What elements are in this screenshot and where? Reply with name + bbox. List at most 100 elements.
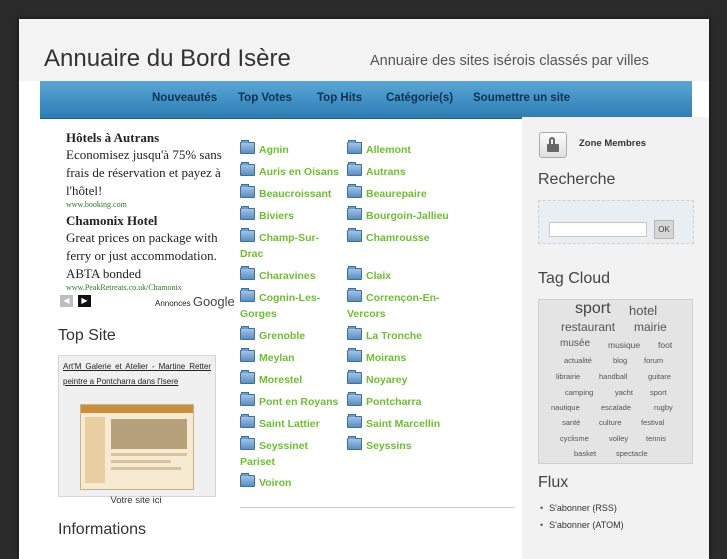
tag-restaurant[interactable]: restaurant (561, 320, 615, 334)
city-label[interactable]: Claix (366, 270, 391, 282)
city-link-cognin-les-gorges[interactable]: Cognin-Les-Gorges (240, 288, 332, 322)
ad-next-icon[interactable]: ▶ (78, 295, 91, 307)
flux-atom-link[interactable]: S'abonner (ATOM) (540, 520, 623, 530)
nav-categories[interactable]: Catégorie(s) (386, 92, 453, 104)
tag-musee[interactable]: musée (560, 338, 590, 349)
city-label[interactable]: Morestel (259, 374, 302, 386)
ad-url[interactable]: www.booking.com (66, 200, 246, 210)
tag-yacht[interactable]: yacht (615, 388, 633, 397)
city-link-bourgoin-jallieu[interactable]: Bourgoin-Jallieu (347, 206, 467, 224)
city-link-grenoble[interactable]: Grenoble (240, 326, 340, 344)
city-link-moirans[interactable]: Moirans (347, 348, 457, 366)
tag-sport[interactable]: sport (575, 300, 611, 318)
city-link-correncon-en-vercors[interactable]: Corrençon-En-Vercors (347, 288, 451, 322)
city-link-saint-marcellin[interactable]: Saint Marcellin (347, 414, 467, 432)
city-link-claix[interactable]: Claix (347, 266, 457, 284)
city-label[interactable]: Beaurepaire (366, 188, 427, 200)
city-link-seyssinet-pariset[interactable]: Seyssinet Pariset (240, 436, 330, 470)
city-link-voiron[interactable]: Voiron (240, 473, 340, 491)
city-link-meylan[interactable]: Meylan (240, 348, 340, 366)
city-label[interactable]: La Tronche (366, 330, 422, 342)
city-label[interactable]: Meylan (259, 352, 295, 364)
tag-hotel[interactable]: hotel (629, 303, 657, 318)
tag-tennis[interactable]: tennis (646, 434, 666, 443)
tag-spectacle[interactable]: spectacle (616, 449, 648, 458)
tag-rugby[interactable]: rugby (654, 403, 673, 412)
tag-handball[interactable]: handball (599, 372, 627, 381)
tag-sport-small[interactable]: sport (650, 388, 667, 397)
city-label[interactable]: Noyarey (366, 374, 407, 386)
city-link-autrans[interactable]: Autrans (347, 162, 457, 180)
flux-rss-link[interactable]: S'abonner (RSS) (540, 503, 617, 513)
city-link-biviers[interactable]: Biviers (240, 206, 340, 224)
city-label[interactable]: Allemont (366, 144, 411, 156)
tag-escalade[interactable]: escalade (601, 403, 631, 412)
city-label[interactable]: Seyssins (366, 440, 412, 452)
city-link-champ-sur-drac[interactable]: Champ-Sur-Drac (240, 228, 332, 262)
search-ok-button[interactable]: OK (654, 220, 674, 239)
tag-forum[interactable]: forum (644, 356, 663, 365)
city-label[interactable]: Bourgoin-Jallieu (366, 210, 449, 222)
city-label[interactable]: Pontcharra (366, 396, 421, 408)
city-label[interactable]: Chamrousse (366, 232, 430, 244)
city-link-noyarey[interactable]: Noyarey (347, 370, 457, 388)
tag-sante[interactable]: santé (562, 418, 580, 427)
city-link-pont-en-royans[interactable]: Pont en Royans (240, 392, 350, 410)
ad-title[interactable]: Chamonix Hotel (66, 212, 246, 229)
city-link-seyssins[interactable]: Seyssins (347, 436, 457, 454)
tag-musique[interactable]: musique (608, 340, 640, 350)
tag-camping[interactable]: camping (565, 388, 593, 397)
city-label[interactable]: Beaucroissant (259, 188, 331, 200)
city-label[interactable]: Agnin (259, 144, 289, 156)
city-label[interactable]: Charavines (259, 270, 316, 282)
top-site-link[interactable]: Art'M Galerie et Atelier - Martine Rette… (63, 359, 211, 389)
city-label[interactable]: Saint Lattier (259, 418, 320, 430)
city-link-saint-lattier[interactable]: Saint Lattier (240, 414, 340, 432)
tag-volley[interactable]: volley (609, 434, 628, 443)
nav-soumettre[interactable]: Soumettre un site (473, 92, 570, 104)
city-link-la-tronche[interactable]: La Tronche (347, 326, 457, 344)
zone-membres-link[interactable]: Zone Membres (579, 138, 646, 149)
nav-top-votes[interactable]: Top Votes (238, 92, 292, 104)
city-label[interactable]: Pont en Royans (259, 396, 338, 408)
tag-nautique[interactable]: nautique (551, 403, 580, 412)
city-link-auris-en-oisans[interactable]: Auris en Oisans (240, 162, 350, 180)
tag-mairie[interactable]: mairie (634, 320, 667, 334)
ad-prev-icon[interactable]: ◀ (60, 295, 73, 307)
votre-site-ici[interactable]: Votre site ici (58, 495, 214, 506)
tag-guitare[interactable]: guitare (648, 372, 671, 381)
city-label[interactable]: Biviers (259, 210, 294, 222)
login-button[interactable] (539, 132, 567, 158)
tag-cyclisme[interactable]: cyclisme (560, 434, 589, 443)
city-link-morestel[interactable]: Morestel (240, 370, 340, 388)
city-label[interactable]: Voiron (259, 477, 291, 489)
city-label[interactable]: Auris en Oisans (259, 166, 339, 178)
nav-nouveautes[interactable]: Nouveautés (152, 92, 217, 104)
nav-top-hits[interactable]: Top Hits (317, 92, 362, 104)
tag-librairie[interactable]: librairie (556, 372, 580, 381)
tag-foot[interactable]: foot (658, 340, 672, 350)
tag-actualite[interactable]: actualité (564, 356, 592, 365)
city-label[interactable]: Saint Marcellin (366, 418, 440, 430)
google-ad-2[interactable]: Chamonix Hotel Great prices on package w… (66, 212, 246, 293)
city-link-pontcharra[interactable]: Pontcharra (347, 392, 457, 410)
city-link-chamrousse[interactable]: Chamrousse (347, 228, 457, 246)
city-link-charavines[interactable]: Charavines (240, 266, 340, 284)
top-site-thumbnail[interactable] (80, 404, 194, 490)
city-link-beaucroissant[interactable]: Beaucroissant (240, 184, 350, 202)
ad-url[interactable]: www.PeakRetreats.co.uk/Chamonix (66, 283, 246, 293)
city-link-beaurepaire[interactable]: Beaurepaire (347, 184, 457, 202)
ads-by-google[interactable]: Annonces Google (155, 294, 235, 309)
tag-blog[interactable]: blog (613, 356, 627, 365)
site-title[interactable]: Annuaire du Bord Isère (44, 45, 291, 73)
city-label[interactable]: Grenoble (259, 330, 305, 342)
city-label[interactable]: Autrans (366, 166, 406, 178)
city-link-allemont[interactable]: Allemont (347, 140, 457, 158)
ad-title[interactable]: Hôtels à Autrans (66, 129, 246, 146)
city-link-agnin[interactable]: Agnin (240, 140, 340, 158)
tag-culture[interactable]: culture (599, 418, 622, 427)
city-label[interactable]: Moirans (366, 352, 406, 364)
search-input[interactable] (549, 222, 647, 237)
tag-festival[interactable]: festival (641, 418, 664, 427)
google-ad-1[interactable]: Hôtels à Autrans Economisez jusqu'à 75% … (66, 129, 246, 210)
